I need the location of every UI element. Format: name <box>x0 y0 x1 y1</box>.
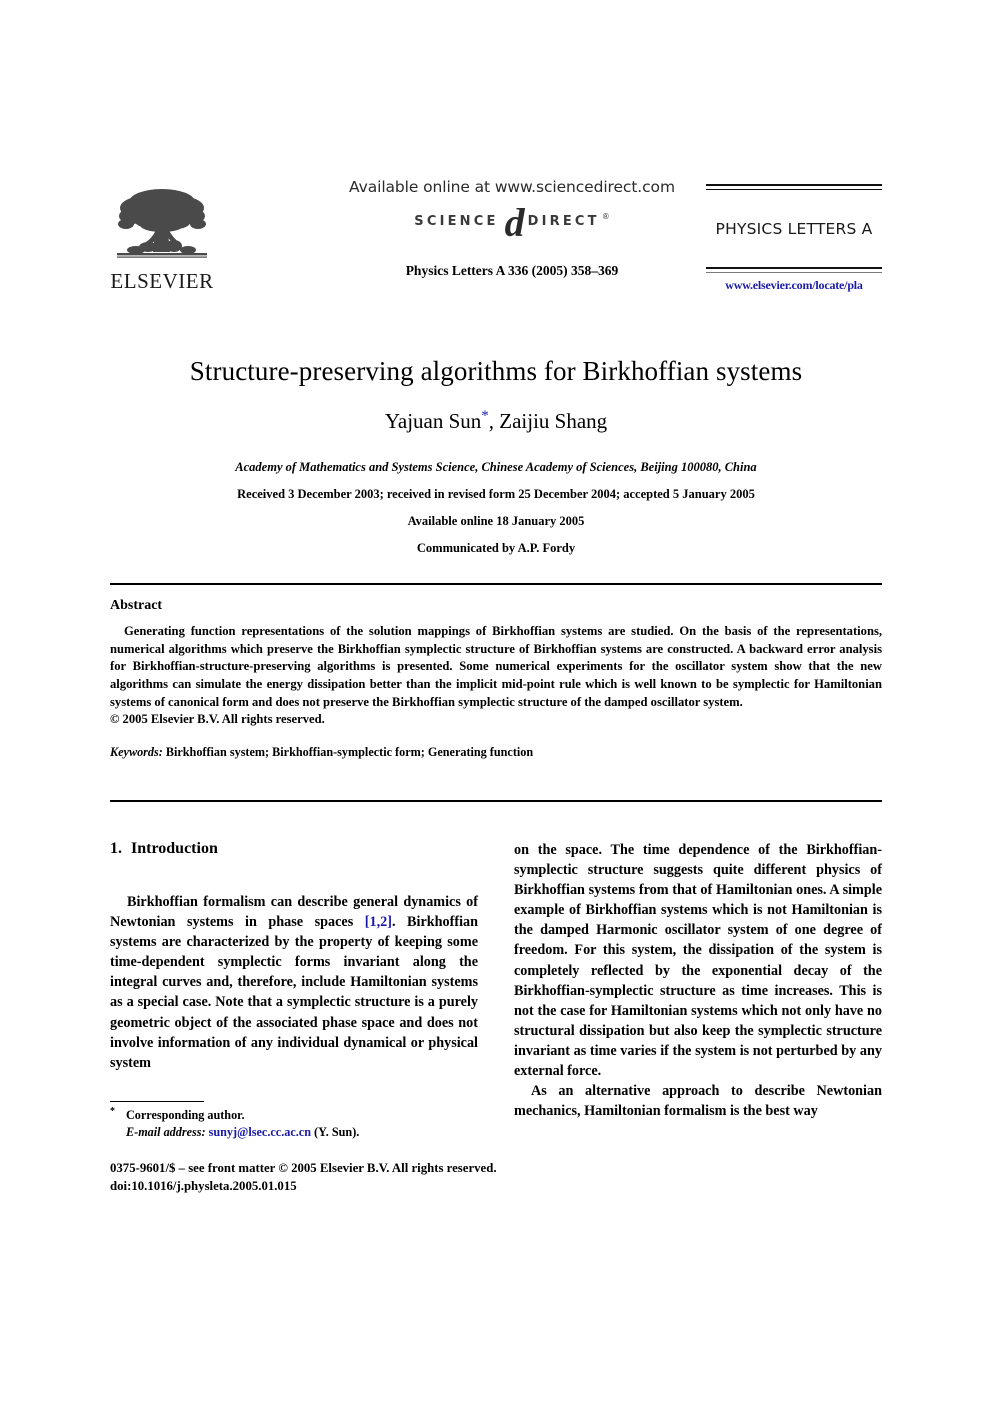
sciencedirect-logo: SCIENCE d DIRECT ® <box>322 200 702 245</box>
paragraph-text-part2: . Birkhoffian systems are characterized … <box>110 914 478 1071</box>
footnote-corresponding-author: * Corresponding author. <box>110 1105 245 1122</box>
sciencedirect-block: Available online at www.sciencedirect.co… <box>322 178 702 279</box>
citation-link-1-2[interactable]: [1,2] <box>365 914 392 930</box>
available-online-date: Available online 18 January 2005 <box>407 514 585 529</box>
abstract-rule-bottom <box>110 800 882 802</box>
footnote-corresponding-text: Corresponding author. <box>126 1108 245 1122</box>
communicated-by: Communicated by A.P. Fordy <box>416 541 576 556</box>
keywords-label: Keywords: <box>110 744 163 759</box>
elsevier-logo: ELSEVIER <box>110 182 214 292</box>
keywords: Keywords: Birkhoffian system; Birkhoffia… <box>110 745 882 760</box>
paper-page: ELSEVIER Available online at www.science… <box>0 0 992 1403</box>
footnote-block: * Corresponding author. E-mail address: s… <box>110 1105 490 1142</box>
sciencedirect-science-word: SCIENCE <box>414 213 499 229</box>
footnote-email-line: E-mail address: sunyj@lsec.cc.ac.cn (Y. … <box>110 1124 490 1141</box>
elsevier-wordmark: ELSEVIER <box>110 269 214 293</box>
elsevier-tree-icon <box>117 189 207 258</box>
column-left: 1. Introduction Birkhoffian formalism can… <box>110 840 478 1073</box>
journal-title-block: PHYSICS LETTERS A www.elsevier.com/locat… <box>706 184 882 293</box>
section-heading-introduction: 1. Introduction <box>110 840 478 858</box>
issn-copyright-line: 0375-9601/$ – see front matter © 2005 El… <box>110 1161 497 1175</box>
paragraph-intro-left: Birkhoffian formalism can describe gener… <box>110 892 478 1073</box>
registered-trademark-icon: ® <box>601 211 610 221</box>
author-secondary: , Zaijiu Shang <box>488 409 608 434</box>
abstract-text: Generating function representations of t… <box>110 624 882 709</box>
affiliation: Academy of Mathematics and Systems Scien… <box>235 460 757 475</box>
sciencedirect-at-icon: d <box>504 200 525 245</box>
column-right: on the space. The time dependence of the… <box>514 840 882 1121</box>
journal-title: PHYSICS LETTERS A <box>715 220 873 238</box>
author-primary: Yajuan Sun <box>384 409 482 434</box>
footnote-email-label: E-mail address: <box>126 1125 206 1140</box>
sciencedirect-direct-word: DIRECT <box>527 213 600 229</box>
abstract-rule-top <box>110 583 882 585</box>
masthead: ELSEVIER Available online at www.science… <box>110 178 882 318</box>
keywords-value: Birkhoffian system; Birkhoffian-symplect… <box>165 744 534 759</box>
footnote-separator <box>110 1101 204 1102</box>
abstract-section: Abstract Generating function representat… <box>110 598 882 760</box>
footnote-email-link[interactable]: sunyj@lsec.cc.ac.cn <box>209 1125 311 1139</box>
journal-rule-bottom <box>706 267 882 273</box>
corresponding-author-marker: * <box>481 408 489 425</box>
journal-homepage-link[interactable]: www.elsevier.com/locate/pla <box>706 278 882 293</box>
available-online-text: Available online at www.sciencedirect.co… <box>349 178 675 196</box>
section-number: 1. <box>110 840 122 857</box>
paragraph-intro-right-continued: on the space. The time dependence of the… <box>514 842 882 1080</box>
page-title: Structure-preserving algorithms for Birk… <box>189 356 803 386</box>
abstract-heading: Abstract <box>110 598 163 613</box>
abstract-copyright: © 2005 Elsevier B.V. All rights reserved… <box>110 712 325 727</box>
footnote-email-suffix: (Y. Sun). <box>314 1125 360 1140</box>
title-area: Structure-preserving algorithms for Birk… <box>110 355 882 556</box>
journal-citation: Physics Letters A 336 (2005) 358–369 <box>405 263 619 278</box>
article-history: Received 3 December 2003; received in re… <box>237 487 755 502</box>
page-footer: 0375-9601/$ – see front matter © 2005 El… <box>110 1159 610 1195</box>
paragraph-intro-right-2: As an alternative approach to describe N… <box>514 1083 882 1120</box>
doi-line: doi:10.1016/j.physleta.2005.01.015 <box>110 1179 297 1194</box>
journal-rule-top <box>706 184 882 190</box>
section-title: Introduction <box>131 840 218 857</box>
author-list: Yajuan Sun*, Zaijiu Shang <box>110 409 882 434</box>
